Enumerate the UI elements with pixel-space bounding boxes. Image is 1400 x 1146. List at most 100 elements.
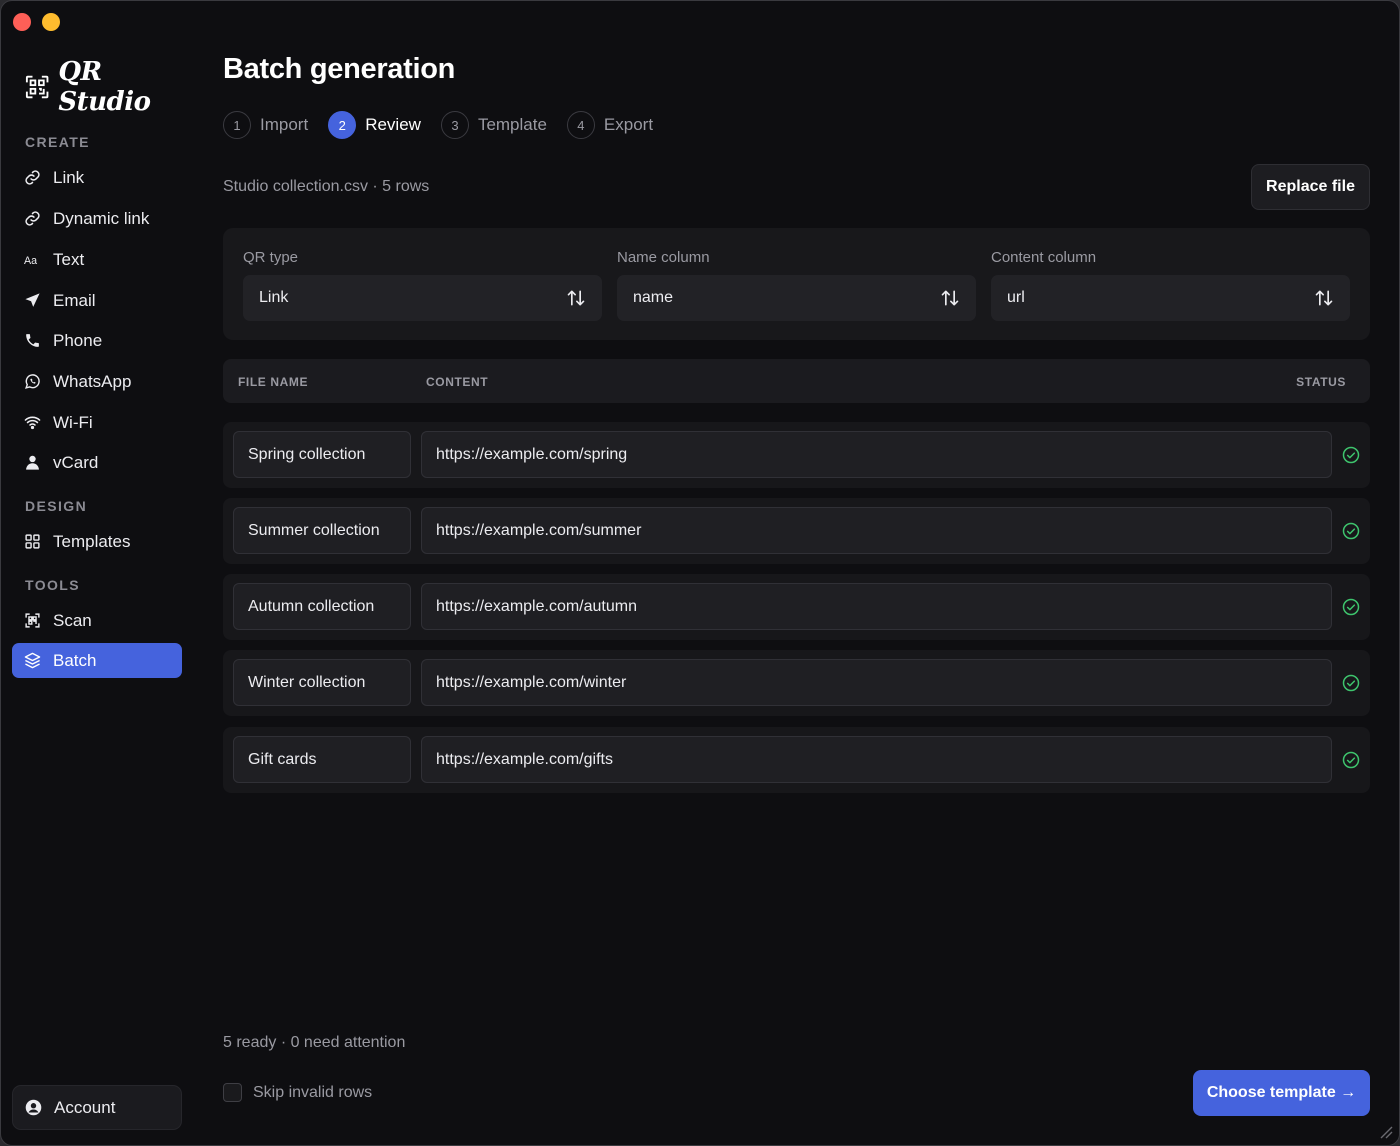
send-icon bbox=[25, 293, 40, 307]
link-icon bbox=[25, 211, 40, 226]
check-circle-icon bbox=[1342, 522, 1360, 540]
sidebar-item-phone[interactable]: Phone bbox=[12, 323, 182, 358]
table-row: Summer collection https://example.com/su… bbox=[223, 498, 1370, 564]
check-circle-icon bbox=[1342, 674, 1360, 692]
step-number: 1 bbox=[223, 111, 251, 139]
phone-icon bbox=[26, 334, 39, 347]
sidebar-item-label: Email bbox=[53, 290, 96, 310]
sidebar-item-dynamic-link[interactable]: Dynamic link bbox=[12, 201, 182, 236]
sidebar-item-label: Dynamic link bbox=[53, 208, 150, 228]
sidebar-item-label: WhatsApp bbox=[53, 371, 132, 391]
app-name: QR Studio bbox=[58, 57, 151, 117]
column-header-status: STATUS bbox=[1296, 375, 1346, 389]
skip-invalid-checkbox[interactable] bbox=[223, 1083, 242, 1102]
account-button[interactable]: Account bbox=[12, 1085, 182, 1130]
sidebar-item-label: Text bbox=[53, 249, 85, 269]
link-icon bbox=[25, 170, 40, 185]
skip-invalid-toggle[interactable]: Skip invalid rows bbox=[223, 1083, 372, 1102]
check-circle-icon bbox=[1342, 446, 1360, 464]
step-review[interactable]: 2 Review bbox=[328, 111, 421, 139]
sidebar-item-templates[interactable]: Templates bbox=[12, 524, 182, 559]
sidebar-item-label: Phone bbox=[53, 330, 103, 350]
qr-logo-icon bbox=[25, 75, 49, 99]
file-name-input[interactable]: Autumn collection bbox=[233, 583, 411, 630]
wifi-icon bbox=[24, 416, 41, 430]
step-label: Export bbox=[603, 115, 654, 134]
table-row: Autumn collection https://example.com/au… bbox=[223, 574, 1370, 640]
section-label-create: CREATE bbox=[25, 134, 90, 150]
table-row: Winter collection https://example.com/wi… bbox=[223, 650, 1370, 716]
sidebar-item-whatsapp[interactable]: WhatsApp bbox=[12, 364, 182, 399]
sidebar-item-link[interactable]: Link bbox=[12, 160, 182, 195]
choose-template-button[interactable]: Choose template → bbox=[1193, 1070, 1370, 1116]
sidebar-item-label: vCard bbox=[53, 452, 99, 472]
file-name-input[interactable]: Gift cards bbox=[233, 736, 411, 783]
table-header: FILE NAME CONTENT STATUS bbox=[223, 359, 1370, 403]
qr-type-label: QR type bbox=[243, 249, 299, 266]
page-title: Batch generation bbox=[223, 53, 456, 85]
column-header-content: CONTENT bbox=[426, 375, 489, 389]
content-column-label: Content column bbox=[991, 249, 1097, 266]
content-column-select[interactable]: url bbox=[991, 275, 1350, 321]
step-label: Import bbox=[260, 115, 309, 134]
resize-handle-icon[interactable] bbox=[1379, 1125, 1393, 1139]
replace-file-button[interactable]: Replace file bbox=[1251, 164, 1370, 210]
sidebar-item-label: Scan bbox=[53, 610, 92, 630]
file-name-input[interactable]: Winter collection bbox=[233, 659, 411, 706]
app-logo[interactable]: QR Studio bbox=[25, 57, 193, 117]
step-import[interactable]: 1 Import bbox=[223, 111, 308, 139]
table-row: Spring collection https://example.com/sp… bbox=[223, 422, 1370, 488]
skip-invalid-label: Skip invalid rows bbox=[253, 1083, 373, 1101]
file-meta: Studio collection.csv · 5 rows bbox=[223, 178, 430, 195]
select-value: name bbox=[633, 289, 674, 306]
sidebar-item-text[interactable]: Aa Text bbox=[12, 242, 182, 277]
qr-type-select[interactable]: Link bbox=[243, 275, 602, 321]
file-name-input[interactable]: Spring collection bbox=[233, 431, 411, 478]
step-label: Review bbox=[365, 115, 421, 134]
user-icon bbox=[26, 455, 39, 470]
table-row: Gift cards https://example.com/gifts bbox=[223, 727, 1370, 793]
batch-summary: 5 ready · 0 need attention bbox=[223, 1034, 406, 1051]
layers-icon bbox=[24, 652, 41, 669]
column-header-file-name: FILE NAME bbox=[238, 375, 309, 389]
scan-icon bbox=[25, 613, 40, 628]
name-column-select[interactable]: name bbox=[617, 275, 976, 321]
sort-arrows-icon bbox=[1315, 290, 1333, 306]
sidebar-item-label: Templates bbox=[53, 531, 131, 551]
sidebar-item-label: Batch bbox=[53, 650, 97, 670]
step-export[interactable]: 4 Export bbox=[566, 111, 654, 139]
step-number: 3 bbox=[440, 111, 469, 139]
whatsapp-icon bbox=[25, 374, 40, 389]
grid-icon bbox=[25, 534, 40, 549]
svg-text:Aa: Aa bbox=[24, 255, 37, 267]
step-template[interactable]: 3 Template bbox=[440, 111, 547, 139]
select-value: Link bbox=[259, 289, 289, 306]
sidebar-item-vcard[interactable]: vCard bbox=[12, 445, 182, 480]
content-input[interactable]: https://example.com/spring bbox=[421, 431, 1332, 478]
select-value: url bbox=[1007, 289, 1025, 306]
sidebar-item-wifi[interactable]: Wi-Fi bbox=[12, 405, 182, 440]
check-circle-icon bbox=[1342, 751, 1360, 769]
name-column-label: Name column bbox=[617, 249, 710, 266]
content-input[interactable]: https://example.com/winter bbox=[421, 659, 1332, 706]
text-icon: Aa bbox=[24, 255, 37, 267]
mapping-panel: QR type Link Name column name Content co… bbox=[223, 228, 1370, 340]
stepper: 1 Import 2 Review 3 Template 4 Export bbox=[223, 111, 673, 139]
step-number: 4 bbox=[566, 111, 595, 139]
section-label-design: DESIGN bbox=[25, 498, 88, 514]
content-input[interactable]: https://example.com/gifts bbox=[421, 736, 1332, 783]
app-window: QR Studio CREATE Link Dynamic link Aa Te… bbox=[0, 0, 1400, 1146]
sidebar-item-label: Wi-Fi bbox=[53, 412, 93, 432]
file-name-input[interactable]: Summer collection bbox=[233, 507, 411, 554]
section-label-tools: TOOLS bbox=[25, 577, 80, 593]
sidebar-item-label: Link bbox=[53, 167, 85, 187]
sidebar-item-batch[interactable]: Batch bbox=[12, 643, 182, 678]
check-circle-icon bbox=[1342, 598, 1360, 616]
sidebar-item-email[interactable]: Email bbox=[12, 283, 182, 318]
sidebar-item-scan[interactable]: Scan bbox=[12, 603, 182, 638]
sort-arrows-icon bbox=[941, 290, 959, 306]
content-input[interactable]: https://example.com/summer bbox=[421, 507, 1332, 554]
account-label: Account bbox=[54, 1097, 116, 1117]
content-input[interactable]: https://example.com/autumn bbox=[421, 583, 1332, 630]
account-circle-icon bbox=[25, 1099, 42, 1116]
